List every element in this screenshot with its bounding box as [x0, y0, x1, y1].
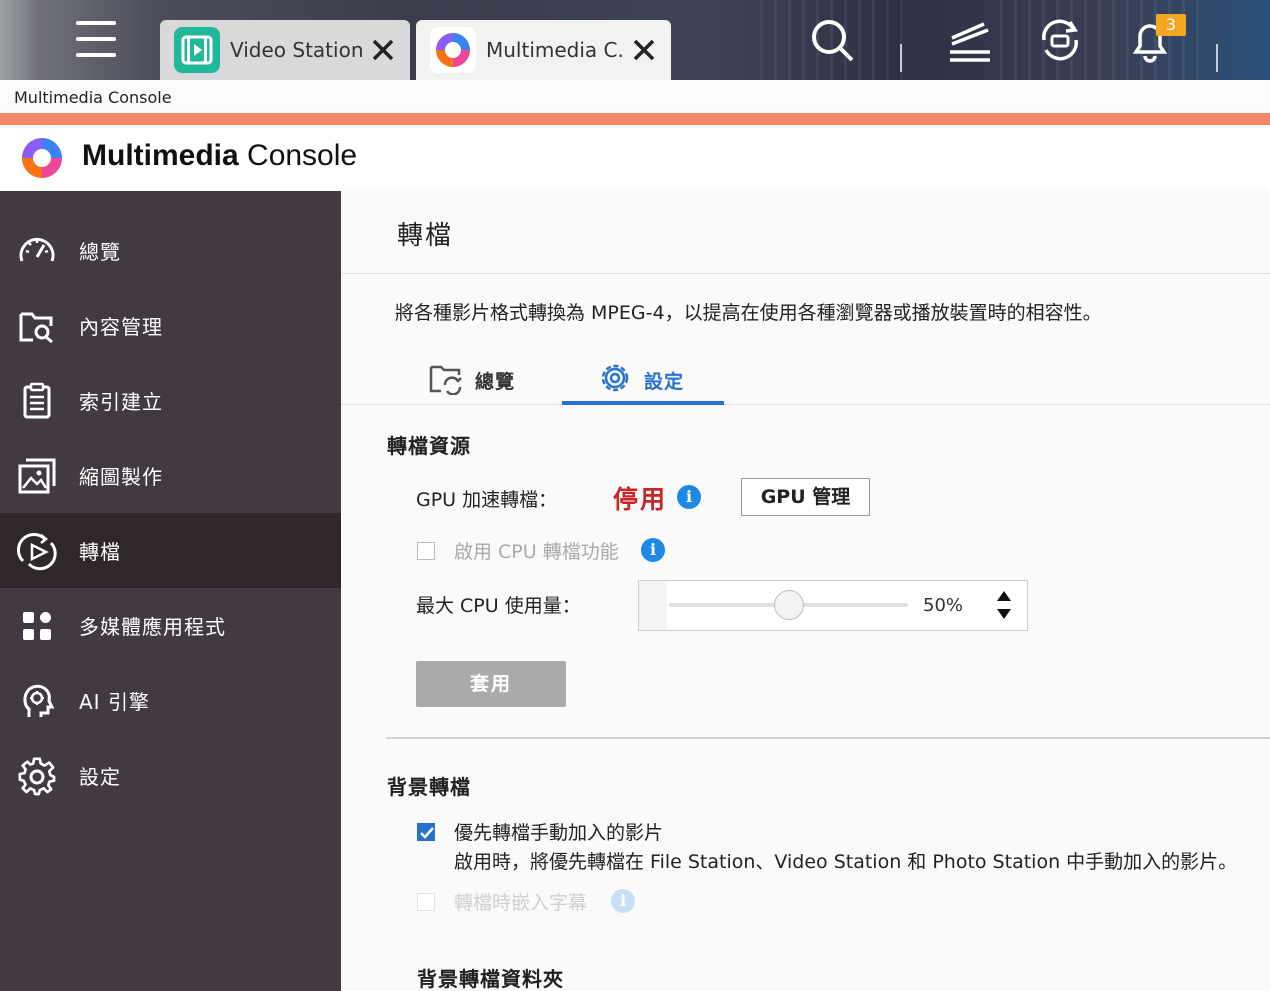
sidebar-item-multimedia-apps[interactable]: 多媒體應用程式 [0, 588, 341, 663]
sidebar-item-settings[interactable]: 設定 [0, 738, 341, 813]
sidebar-item-label: 內容管理 [79, 315, 163, 339]
sidebar-item-indexing[interactable]: 索引建立 [0, 363, 341, 438]
clipboard-icon [23, 382, 51, 418]
task-stack-icon[interactable] [946, 16, 994, 64]
info-icon[interactable]: i [641, 538, 665, 562]
folder-sync-icon [429, 365, 462, 395]
divider [386, 737, 1270, 739]
sidebar-item-transcoding[interactable]: 轉檔 [0, 513, 341, 588]
sidebar-item-label: AI 引擎 [79, 690, 150, 714]
cpu-transcode-checkbox[interactable] [417, 542, 435, 560]
max-cpu-slider-thumb[interactable] [773, 590, 804, 620]
transcode-icon [17, 532, 57, 570]
app-name-rest: Console [238, 139, 358, 172]
notification-badge: 3 [1156, 14, 1186, 36]
slider-padding [639, 581, 667, 630]
sidebar: 總覽 內容管理 索引建立 縮圖製作 轉檔 多媒體應用程式 AI 引擎 設定 [0, 191, 341, 991]
divider [341, 273, 1270, 274]
sidebar-item-label: 總覽 [79, 240, 121, 264]
sidebar-item-label: 索引建立 [79, 390, 163, 414]
max-cpu-value[interactable]: 50% [923, 595, 963, 616]
apply-button[interactable]: 套用 [416, 661, 566, 707]
multimedia-console-logo [22, 138, 62, 178]
info-icon[interactable]: i [677, 485, 701, 509]
tab-settings[interactable]: 設定 [562, 361, 724, 405]
spinner-arrows-icon[interactable] [996, 589, 1012, 621]
priority-manual-description: 啟用時，將優先轉檔在 File Station、Video Station 和 … [454, 851, 1238, 873]
sidebar-item-overview[interactable]: 總覽 [0, 213, 341, 288]
content-tabs: 總覽 設定 [341, 341, 1270, 405]
embed-subtitle-checkbox[interactable] [417, 893, 435, 911]
gpu-status: 停用 [613, 485, 668, 514]
window-title: Multimedia Console [14, 88, 172, 107]
section-heading: 轉檔資源 [387, 434, 471, 458]
cpu-transcode-label: 啟用 CPU 轉檔功能 [454, 541, 619, 563]
folder-search-icon [19, 312, 53, 343]
sidebar-item-ai-engine[interactable]: AI 引擎 [0, 663, 341, 738]
page-description: 將各種影片格式轉換為 MPEG-4，以提高在使用各種瀏覽器或播放裝置時的相容性。 [395, 302, 1102, 324]
tab-label: 總覽 [475, 371, 516, 393]
tab-title: Video Station ... [230, 38, 370, 62]
gear-icon [601, 364, 629, 392]
menu-icon[interactable] [76, 21, 116, 61]
sidebar-item-content-management[interactable]: 內容管理 [0, 288, 341, 363]
app-name-bold: Multimedia [82, 139, 239, 172]
main-content: 轉檔 將各種影片格式轉換為 MPEG-4，以提高在使用各種瀏覽器或播放裝置時的相… [341, 191, 1270, 991]
info-icon[interactable]: i [611, 889, 635, 913]
gauge-icon [19, 237, 55, 262]
page-title: 轉檔 [397, 221, 454, 251]
ai-head-icon [23, 684, 55, 717]
taskbar-tab-video-station[interactable]: Video Station ... [160, 20, 410, 80]
sync-icon[interactable] [1036, 16, 1084, 64]
gear-icon [18, 757, 56, 795]
priority-manual-checkbox[interactable] [417, 823, 435, 841]
window-titlebar[interactable]: Multimedia Console [0, 80, 1270, 114]
divider [1216, 44, 1218, 72]
divider [900, 44, 902, 72]
tab-label: 設定 [644, 371, 685, 393]
search-icon[interactable] [808, 16, 856, 64]
priority-manual-label: 優先轉檔手動加入的影片 [454, 822, 664, 844]
tab-overview[interactable]: 總覽 [429, 361, 515, 405]
embed-subtitle-label: 轉檔時嵌入字幕 [454, 892, 588, 914]
app-name: Multimedia Console [82, 139, 357, 173]
multimedia-console-icon [430, 27, 476, 73]
max-cpu-label: 最大 CPU 使用量： [416, 595, 581, 617]
image-gallery-icon [18, 458, 56, 493]
section-heading: 背景轉檔資料夾 [417, 967, 564, 991]
taskbar-tab-multimedia-console[interactable]: Multimedia C... [416, 20, 671, 80]
window-accent-bar [0, 113, 1270, 125]
close-icon[interactable] [372, 38, 394, 62]
taskbar: Video Station ... Multimedia C... 3 [0, 0, 1270, 80]
close-icon[interactable] [633, 38, 655, 62]
tab-title: Multimedia C... [486, 38, 626, 62]
sidebar-item-label: 縮圖製作 [79, 465, 163, 489]
sidebar-item-label: 轉檔 [79, 540, 121, 564]
max-cpu-slider-control: 50% [638, 580, 1028, 631]
app-grid-icon [23, 611, 51, 640]
sidebar-item-label: 多媒體應用程式 [79, 615, 226, 639]
gpu-accel-label: GPU 加速轉檔： [416, 489, 558, 511]
check-icon [420, 827, 434, 839]
sidebar-item-thumbnails[interactable]: 縮圖製作 [0, 438, 341, 513]
section-heading: 背景轉檔 [387, 775, 471, 799]
sidebar-item-label: 設定 [79, 765, 121, 789]
gpu-management-button[interactable]: GPU 管理 [741, 478, 870, 516]
video-station-icon [174, 27, 220, 73]
app-header: Multimedia Console [0, 125, 1270, 191]
